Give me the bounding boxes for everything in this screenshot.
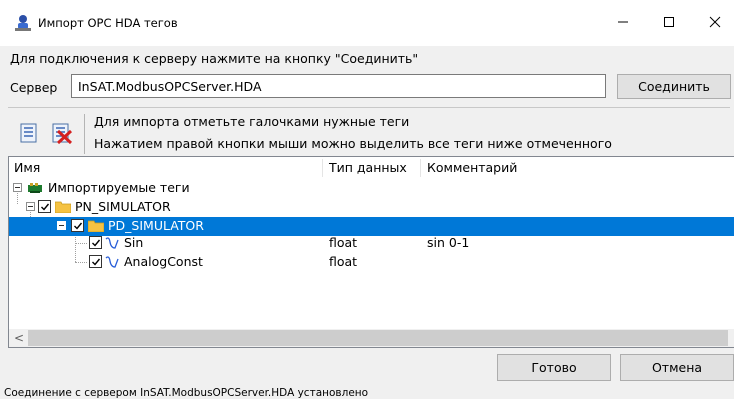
app-icon bbox=[14, 14, 32, 32]
minimize-button[interactable] bbox=[600, 0, 646, 46]
tree-root-label: Импортируемые теги bbox=[48, 180, 190, 195]
column-divider bbox=[322, 159, 323, 177]
collapse-toggle[interactable] bbox=[13, 183, 22, 192]
horizontal-scrollbar[interactable]: < bbox=[9, 329, 734, 347]
toolbar-divider bbox=[8, 107, 730, 108]
folder-icon bbox=[54, 201, 72, 214]
collapse-toggle[interactable] bbox=[26, 202, 35, 211]
collapse-toggle[interactable] bbox=[57, 221, 66, 230]
toolbar-separator bbox=[84, 114, 85, 154]
import-hint-line1: Для импорта отметьте галочками нужные те… bbox=[94, 114, 410, 129]
connect-button[interactable]: Соединить bbox=[617, 74, 731, 99]
cancel-button[interactable]: Отмена bbox=[620, 354, 734, 381]
node-checkbox[interactable] bbox=[89, 255, 102, 268]
import-hint-line2: Нажатием правой кнопки мыши можно выдели… bbox=[94, 136, 612, 151]
server-label: Сервер bbox=[10, 80, 58, 95]
node-label: Sin bbox=[124, 235, 144, 250]
node-type: float bbox=[329, 254, 358, 269]
close-icon bbox=[709, 16, 721, 31]
check-all-icon bbox=[18, 123, 40, 147]
folder-icon bbox=[87, 220, 105, 233]
node-label: PN_SIMULATOR bbox=[75, 199, 171, 214]
node-label: AnalogConst bbox=[124, 254, 203, 269]
tree-node-pn-simulator[interactable]: PN_SIMULATOR bbox=[9, 198, 734, 217]
node-checkbox[interactable] bbox=[71, 219, 84, 232]
scroll-thumb[interactable] bbox=[28, 330, 728, 346]
close-button[interactable] bbox=[692, 0, 734, 46]
maximize-button[interactable] bbox=[646, 0, 692, 46]
node-label: PD_SIMULATOR bbox=[108, 218, 204, 233]
column-header-comment[interactable]: Комментарий bbox=[422, 157, 722, 179]
server-input[interactable] bbox=[71, 74, 606, 98]
check-all-button[interactable] bbox=[18, 122, 40, 144]
column-header-name[interactable]: Имя bbox=[9, 157, 321, 179]
uncheck-all-button[interactable] bbox=[50, 122, 74, 147]
node-comment: sin 0-1 bbox=[427, 235, 470, 250]
scroll-left-arrow[interactable]: < bbox=[11, 329, 27, 347]
node-checkbox[interactable] bbox=[38, 200, 51, 213]
connect-hint: Для подключения к серверу нажмите на кно… bbox=[10, 51, 419, 66]
column-header-type[interactable]: Тип данных bbox=[324, 157, 419, 179]
status-text: Соединение с сервером InSAT.ModbusOPCSer… bbox=[4, 387, 369, 399]
tags-root-icon bbox=[27, 182, 43, 197]
tags-tree[interactable]: Имя Тип данных Комментарий Импортируемые… bbox=[8, 156, 734, 348]
maximize-icon bbox=[663, 16, 675, 31]
node-checkbox[interactable] bbox=[89, 236, 102, 249]
done-button[interactable]: Готово bbox=[497, 354, 611, 381]
tree-root-row[interactable]: Импортируемые теги bbox=[9, 179, 734, 198]
tree-node-analogconst[interactable]: AnalogConst float bbox=[9, 253, 734, 272]
window-title: Импорт OPC HDA тегов bbox=[38, 16, 178, 30]
minimize-icon bbox=[617, 16, 629, 31]
node-type: float bbox=[329, 235, 358, 250]
signal-wave-icon bbox=[105, 236, 119, 250]
tree-node-sin[interactable]: Sin float sin 0-1 bbox=[9, 234, 734, 253]
signal-wave-icon bbox=[105, 255, 119, 269]
uncheck-all-icon bbox=[50, 123, 74, 147]
column-divider bbox=[420, 159, 421, 177]
